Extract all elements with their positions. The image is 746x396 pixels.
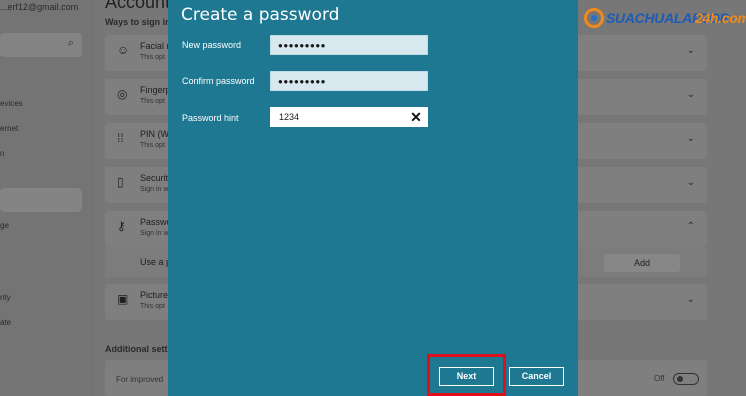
chevron-down-icon: ⌄ [686,177,695,188]
option-subtitle: This opt [140,54,165,61]
new-password-value: ●●●●●●●●● [278,41,326,50]
option-subtitle: This opt [140,98,165,105]
sidebar-item-security[interactable]: rity [0,293,11,302]
option-subtitle: Sign in w [140,186,169,193]
use-a-password-text: Use a p [140,257,172,267]
sidebar-item-accounts-selected[interactable] [0,188,82,212]
option-title: PIN (W [140,129,169,139]
keypad-icon: ⁞⁞ [117,131,124,145]
option-title: Picture [140,290,169,300]
option-subtitle: This opt [140,303,165,310]
confirm-password-field[interactable]: ●●●●●●●●● [270,71,428,91]
chevron-down-icon: ⌄ [686,294,695,305]
option-title: Facial r [140,41,170,51]
section-additional-settings: Additional settin [105,344,176,354]
option-title: Fingerp [140,85,171,95]
face-icon: ☺ [117,43,130,57]
new-password-label: New password [182,40,242,50]
picture-icon: ▣ [117,292,129,306]
improved-security-text: For improved [116,375,164,384]
password-hint-value: 1234 [279,112,300,122]
brand-logo: SUACHUALAPTOP 24h.com [584,8,746,30]
chevron-down-icon: ⌄ [686,45,695,56]
option-subtitle: This opt [140,142,165,149]
key-icon: ⚷ [117,219,126,233]
dialog-title: Create a password [181,5,340,25]
cancel-button[interactable]: Cancel [509,367,564,386]
chevron-down-icon: ⌄ [686,133,695,144]
security-key-icon: ▯ [117,175,124,189]
search-icon: ⌕ [67,37,74,49]
chevron-up-icon: ⌃ [686,221,695,232]
fingerprint-icon: ◎ [117,87,128,101]
logo-text-suffix: 24h.com [695,10,746,26]
next-button[interactable]: Next [439,367,494,386]
create-password-dialog: Create a password New password ●●●●●●●●●… [168,0,578,396]
confirm-password-label: Confirm password [182,76,255,86]
password-hint-label: Password hint [182,113,239,123]
sidebar-item-personalization[interactable]: n [0,149,4,158]
sidebar-item-update[interactable]: ate [0,318,11,327]
sidebar-item-devices[interactable]: evices [0,99,23,108]
new-password-field[interactable]: ●●●●●●●●● [270,35,428,55]
account-email: ...erf12@gmail.com [0,2,79,12]
option-title: Passwo [140,217,172,227]
add-password-button[interactable]: Add [604,254,680,272]
chevron-down-icon: ⌄ [686,89,695,100]
sidebar-item-network[interactable]: ernet [0,124,18,133]
password-hint-field[interactable]: 1234 ✕ [270,107,428,127]
section-ways-to-sign-in: Ways to sign in [105,17,171,27]
settings-search-box[interactable]: ⌕ [0,33,82,57]
settings-sidebar: ...erf12@gmail.com ⌕ evices ernet n ge r… [0,0,95,396]
sidebar-item-language[interactable]: ge [0,221,9,230]
option-subtitle: Sign in w [140,230,169,237]
improved-security-toggle[interactable] [673,373,699,385]
confirm-password-value: ●●●●●●●●● [278,77,326,86]
logo-mark-icon [584,8,604,28]
toggle-state-label: Off [654,374,665,383]
clear-icon[interactable]: ✕ [408,108,424,126]
